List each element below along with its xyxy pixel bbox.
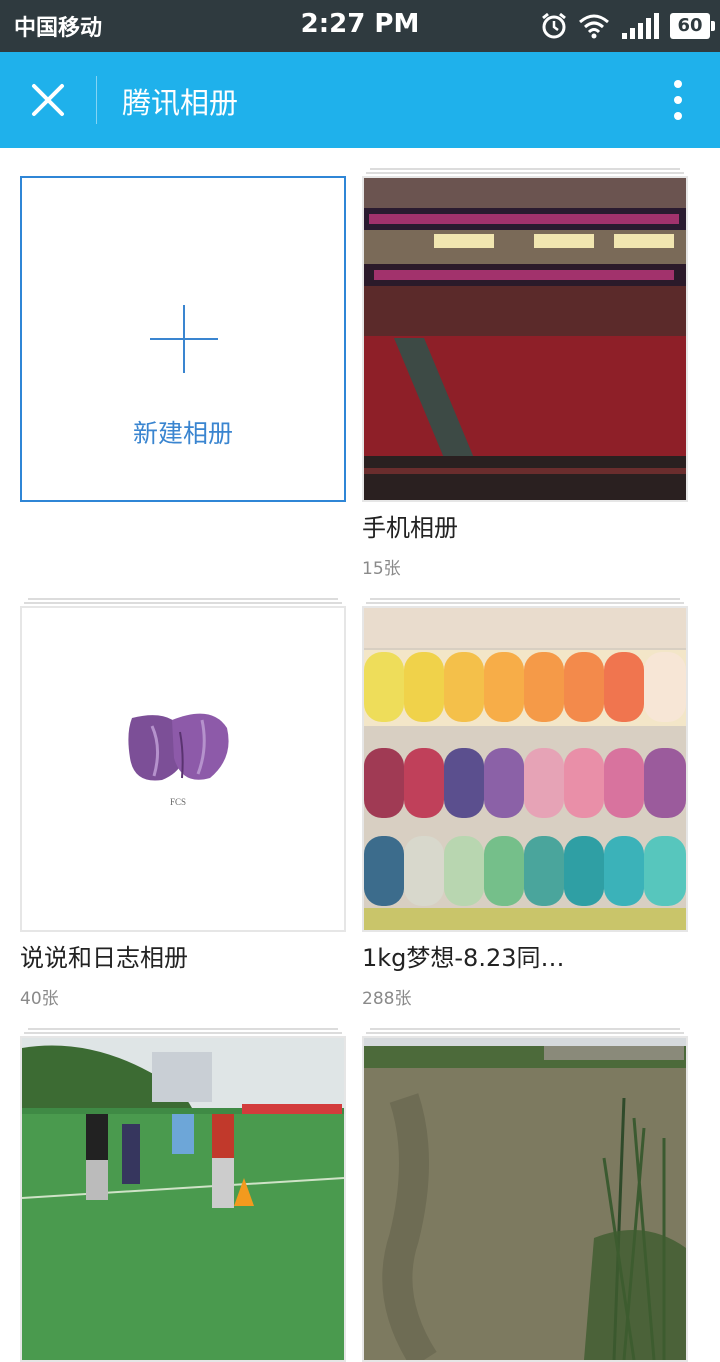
album-stack-edge — [24, 1032, 342, 1034]
album-thumbnail[interactable]: FCS — [20, 606, 346, 932]
status-icons: 60 — [540, 10, 715, 42]
album-stack-edge — [366, 1032, 684, 1034]
album-count: 15张 — [362, 559, 401, 579]
album-thumbnail[interactable] — [362, 606, 688, 932]
close-button[interactable] — [24, 76, 72, 124]
album-stack-edge — [370, 1028, 680, 1030]
wifi-icon — [579, 14, 609, 39]
new-album-button[interactable]: 新建相册 — [20, 176, 346, 502]
fcs-caption: FCS — [170, 797, 186, 807]
album-stack-edge — [24, 602, 342, 604]
album-stack-edge — [370, 598, 680, 600]
album-stack-edge — [28, 1028, 338, 1030]
album-thumbnail[interactable] — [362, 176, 688, 502]
album-count: 288张 — [362, 989, 412, 1009]
garlic-illustration: FCS — [22, 608, 344, 930]
status-bar: 中国移动 2:27 PM 60 — [0, 0, 720, 52]
app-bar: 腾讯相册 — [0, 52, 720, 148]
album-stack-edge — [370, 168, 680, 170]
album-name: 手机相册 — [362, 514, 458, 542]
album-name: 1kg梦想-8.23同… — [362, 944, 565, 972]
app-bar-divider — [96, 76, 97, 124]
album-stack-edge — [28, 598, 338, 600]
new-album-label: 新建相册 — [132, 419, 233, 448]
signal-icon — [622, 13, 659, 39]
album-count: 40张 — [20, 989, 59, 1009]
battery-icon: 60 — [670, 13, 715, 39]
album-stack-edge — [366, 602, 684, 604]
tape-rolls-photo — [364, 608, 686, 930]
album-thumbnail[interactable] — [362, 1036, 688, 1362]
alarm-icon — [542, 12, 566, 39]
album-thumbnail[interactable] — [20, 1036, 346, 1362]
plus-icon-vertical — [183, 305, 185, 373]
more-options-icon[interactable] — [666, 78, 690, 122]
stadium-photo — [364, 178, 686, 500]
album-name: 说说和日志相册 — [20, 944, 188, 972]
page-title: 腾讯相册 — [122, 86, 239, 120]
album-stack-edge — [366, 172, 684, 174]
pond-photo — [364, 1038, 686, 1360]
football-photo — [22, 1038, 344, 1360]
